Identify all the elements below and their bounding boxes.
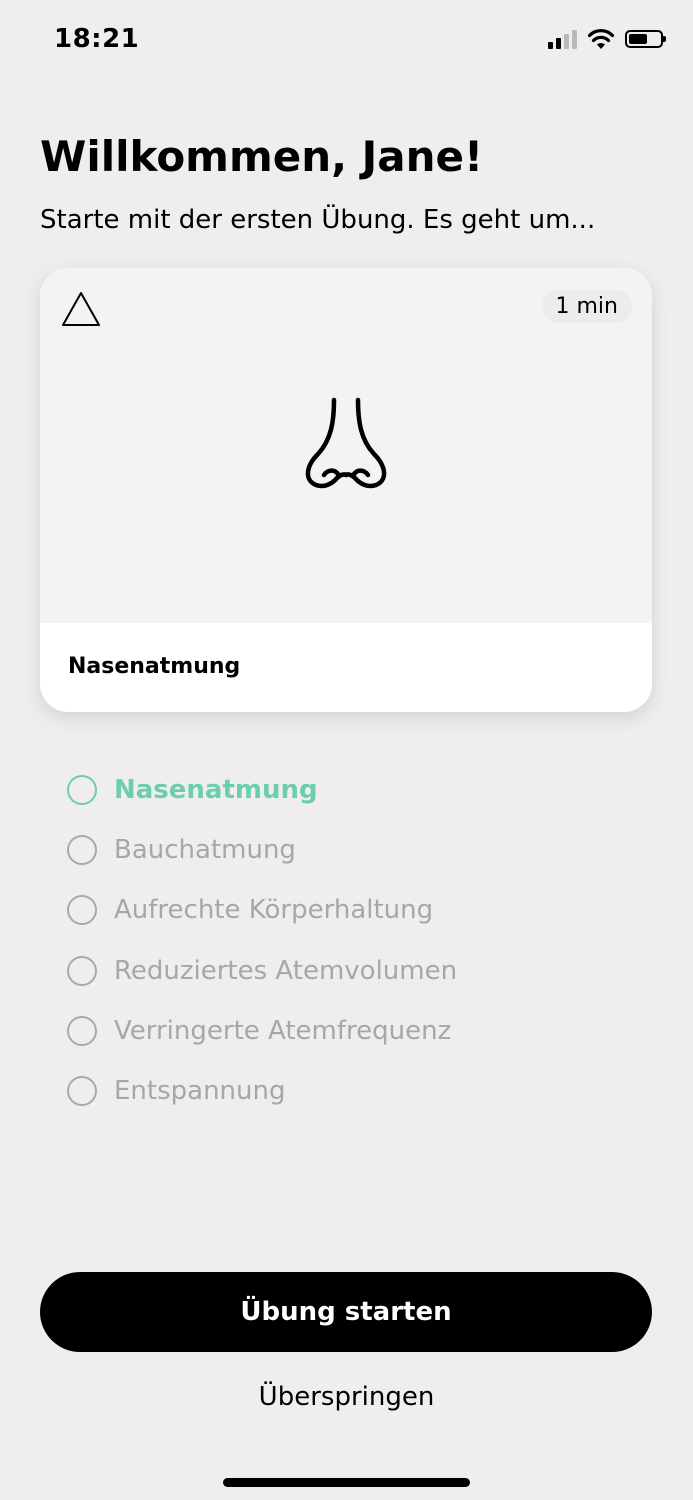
duration-badge: 1 min [541,290,632,323]
step-circle-icon [67,955,97,986]
step-label: Bauchatmung [114,835,296,866]
step-circle-icon [67,1015,97,1046]
step-circle-icon [67,895,97,926]
exercise-steps-list: Nasenatmung Bauchatmung Aufrechte Körper… [67,760,457,1121]
start-exercise-button[interactable]: Übung starten [40,1272,652,1352]
step-label: Entspannung [114,1076,286,1107]
exercise-card-title: Nasenatmung [68,654,241,679]
battery-level [629,34,647,44]
page-subtitle: Starte mit der ersten Übung. Es geht um.… [40,205,596,235]
status-time: 18:21 [54,24,140,54]
warning-triangle-icon[interactable] [60,290,102,328]
wifi-icon [587,29,615,49]
step-circle-icon [67,1076,97,1107]
step-label: Aufrechte Körperhaltung [114,895,434,926]
exercise-card[interactable]: 1 min Nasenatmung [40,268,652,712]
exercise-card-media: 1 min [40,268,652,623]
cellular-signal-icon [548,29,577,49]
step-label: Reduziertes Atemvolumen [114,955,458,986]
step-circle-icon [67,775,97,806]
step-item: Entspannung [67,1061,457,1121]
step-label: Verringerte Atemfrequenz [114,1015,452,1046]
page-title: Willkommen, Jane! [40,132,484,181]
skip-button[interactable]: Überspringen [0,1382,693,1412]
step-item: Verringerte Atemfrequenz [67,1001,457,1061]
step-circle-icon [67,835,97,866]
step-label: Nasenatmung [114,775,318,806]
battery-icon [625,30,666,48]
home-indicator[interactable] [223,1478,470,1487]
step-item: Bauchatmung [67,820,457,880]
step-item: Nasenatmung [67,760,457,820]
status-bar: 18:21 [0,0,693,84]
step-item: Reduziertes Atemvolumen [67,941,457,1001]
status-icons [548,28,666,50]
step-item: Aufrechte Körperhaltung [67,880,457,940]
nose-icon [305,397,387,489]
